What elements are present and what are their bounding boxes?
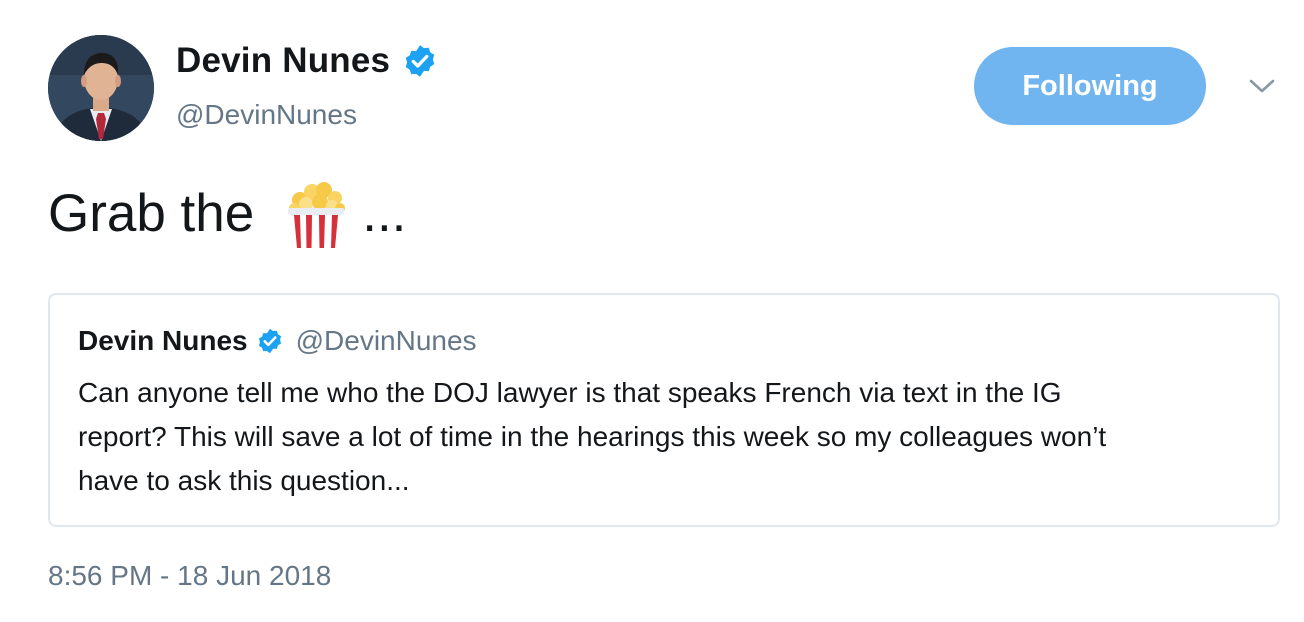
quoted-tweet-line: report? This will save a lot of time in … xyxy=(78,421,1107,452)
author-name[interactable]: Devin Nunes xyxy=(176,40,390,82)
author-handle[interactable]: @DevinNunes xyxy=(176,98,357,132)
quoted-author-name: Devin Nunes xyxy=(78,325,248,356)
chevron-down-icon[interactable] xyxy=(1244,72,1280,100)
profile-photo-icon xyxy=(48,35,154,141)
tweet-card: Devin Nunes @DevinNunes Following Grab t… xyxy=(0,0,1304,622)
tweet-text-after: ... xyxy=(362,184,407,243)
quoted-tweet-line: have to ask this question... xyxy=(78,465,410,496)
tweet-text-before: Grab the xyxy=(48,184,255,243)
quoted-author-handle: @DevinNunes xyxy=(295,325,477,356)
quoted-tweet-header: Devin Nunes @DevinNunes xyxy=(78,325,477,357)
verified-badge-icon xyxy=(405,45,435,77)
verified-badge-icon xyxy=(258,328,281,354)
tweet-text: Grab the ... xyxy=(48,172,406,256)
following-button[interactable]: Following xyxy=(974,47,1206,125)
author-name-row: Devin Nunes xyxy=(176,40,438,82)
avatar[interactable] xyxy=(48,35,154,141)
tweet-timestamp[interactable]: 8:56 PM - 18 Jun 2018 xyxy=(48,560,331,592)
quoted-tweet[interactable]: Devin Nunes @DevinNunes Can anyone tell … xyxy=(48,293,1280,527)
quoted-tweet-line: Can anyone tell me who the DOJ lawyer is… xyxy=(78,377,1062,408)
quoted-tweet-text: Can anyone tell me who the DOJ lawyer is… xyxy=(78,371,1258,503)
popcorn-icon xyxy=(288,182,346,248)
